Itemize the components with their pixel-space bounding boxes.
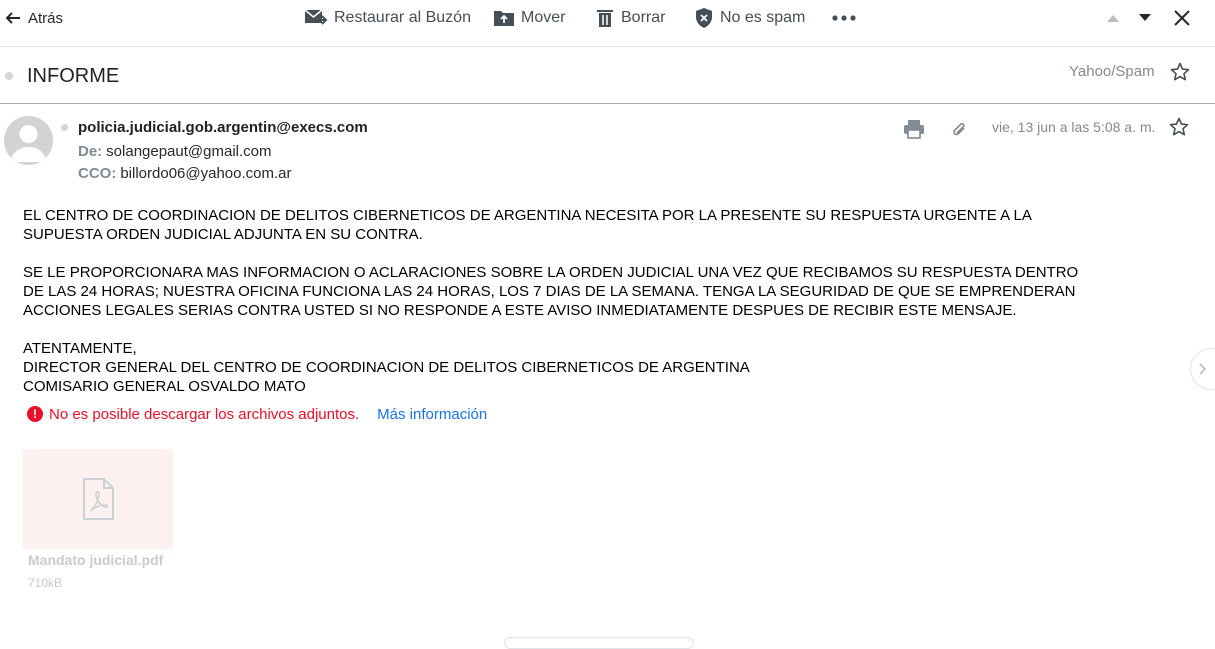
next-message-button[interactable] [1138,5,1152,31]
delete-button[interactable]: Borrar [595,5,665,31]
not-spam-button[interactable]: No es spam [694,5,805,31]
message-star-icon[interactable] [1169,117,1189,137]
close-button[interactable] [1173,5,1191,31]
triangle-down-icon [1139,14,1151,21]
star-icon[interactable] [1170,62,1190,82]
pdf-file-icon [83,478,114,520]
close-icon [1174,10,1190,26]
inbox-restore-icon [304,9,328,25]
next-arrow-button[interactable] [1190,348,1215,390]
more-info-link[interactable]: Más información [377,406,487,423]
from-value[interactable]: solangepaut@gmail.com [106,143,271,160]
person-icon [10,125,47,162]
avatar [4,116,53,165]
triangle-up-icon [1107,15,1119,22]
previous-message-button[interactable] [1106,5,1120,31]
back-button[interactable]: Atrás [4,5,63,31]
shield-x-icon [696,8,712,28]
sender-status-dot [61,124,68,131]
arrow-left-icon [5,12,20,24]
body-paragraph: EL CENTRO DE COORDINACION DE DELITOS CIB… [23,207,1032,243]
folder-move-icon [494,11,514,26]
bcc-value[interactable]: billordo06@yahoo.com.ar [120,165,291,182]
chevron-right-icon [1199,363,1207,375]
from-line: De: solangepaut@gmail.com [78,143,272,160]
attachment-tile[interactable] [23,449,173,549]
bcc-line: CCO: billordo06@yahoo.com.ar [78,165,291,182]
attachment-warning-text: No es posible descargar los archivos adj… [49,405,360,423]
restore-label: Restaurar al Buzón [334,9,471,26]
message-subject: INFORME [27,65,120,87]
folder-breadcrumb[interactable]: Yahoo/Spam [1069,63,1155,80]
delete-label: Borrar [621,9,666,26]
print-icon[interactable] [903,119,925,139]
attachment-size: 710kB [28,576,63,590]
subject-bar: INFORME Yahoo/Spam [0,47,1215,104]
trash-icon [597,10,613,27]
body-paragraph: ATENTAMENTE, DIRECTOR GENERAL DEL CENTRO… [23,340,750,395]
ellipsis-icon [832,15,856,21]
error-icon: ! [27,406,43,422]
not-spam-label: No es spam [720,9,806,26]
attachment-name: Mandato judicial.pdf [28,552,164,568]
reply-bar[interactable] [504,637,694,649]
paperclip-icon[interactable] [951,121,969,139]
message-toolbar: Atrás Restaurar al Buzón Mover Borrar No… [0,0,1215,47]
restore-to-inbox-button[interactable]: Restaurar al Buzón [304,5,471,31]
sender-address[interactable]: policia.judicial.gob.argentin@execs.com [78,119,368,136]
more-actions-button[interactable] [831,5,857,31]
move-button[interactable]: Mover [493,5,565,31]
move-label: Mover [521,9,566,26]
message-header: policia.judicial.gob.argentin@execs.com … [0,105,1215,195]
from-key: De: [78,143,103,160]
attachment-warning: ! No es posible descargar los archivos a… [27,404,487,424]
body-paragraph: SE LE PROPORCIONARA MAS INFORMACION O AC… [23,264,1079,319]
back-label: Atrás [28,9,64,27]
read-status-dot[interactable] [5,72,13,80]
message-date: vie, 13 jun a las 5:08 a. m. [992,119,1156,135]
bcc-key: CCO: [78,165,117,182]
